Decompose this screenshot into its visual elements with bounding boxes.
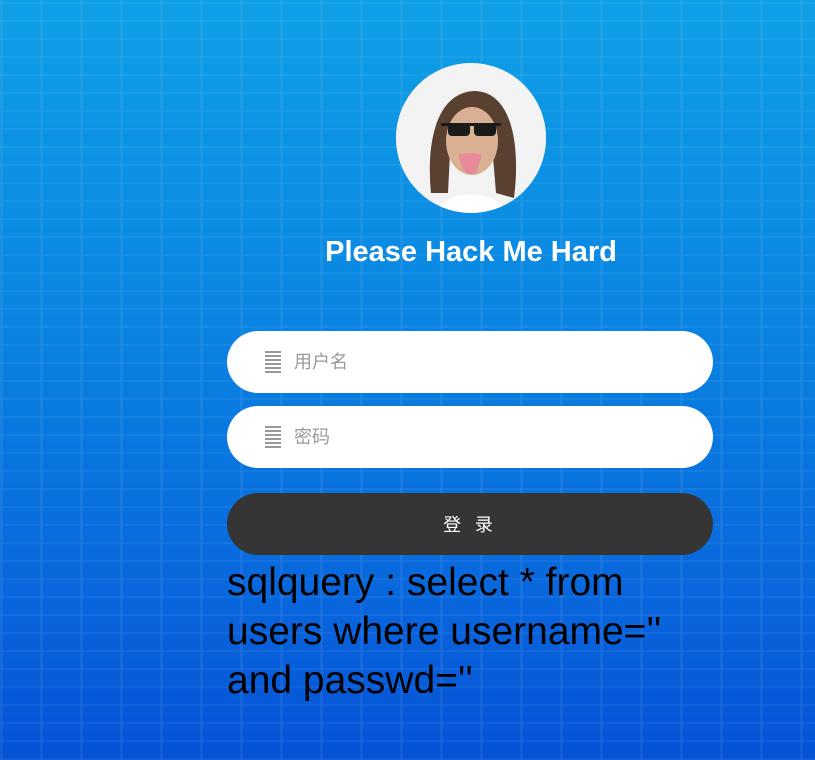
avatar-photo-icon [396, 63, 546, 213]
avatar [396, 63, 546, 213]
list-icon [265, 426, 281, 448]
password-field[interactable] [227, 406, 713, 468]
login-button[interactable]: 登 录 [227, 493, 713, 555]
sql-query-output: sqlquery : select * from users where use… [227, 561, 662, 702]
username-field[interactable] [227, 331, 713, 393]
list-icon [265, 351, 281, 373]
username-input[interactable] [292, 350, 676, 374]
page-title: Please Hack Me Hard [325, 236, 617, 268]
password-input[interactable] [292, 425, 676, 449]
